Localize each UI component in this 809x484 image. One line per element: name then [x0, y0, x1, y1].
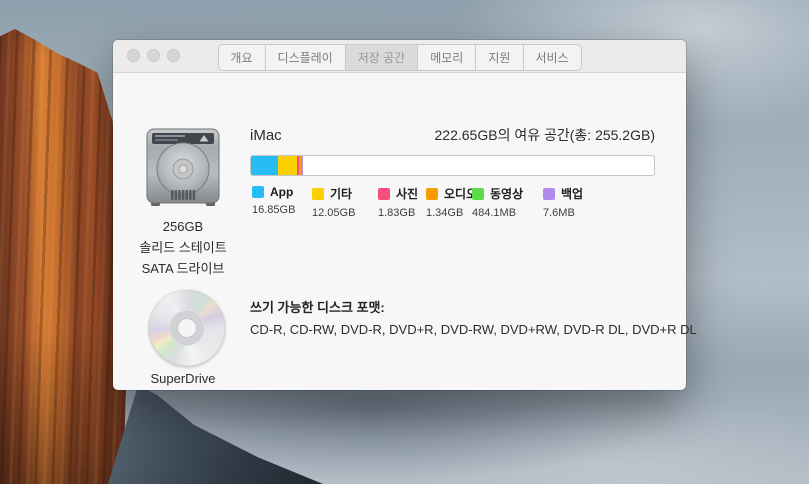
tab-storage[interactable]: 저장 공간 [345, 45, 418, 70]
storage-legend: App 16.85GB 기타 12.05GB 사진 1.83GB 오디오 1.3… [250, 185, 655, 235]
tab-bar: 개요 디스플레이 저장 공간 메모리 지원 서비스 [217, 44, 581, 71]
tab-support[interactable]: 지원 [475, 45, 522, 70]
superdrive-label: SuperDrive [121, 371, 245, 386]
device-name: iMac [250, 127, 282, 144]
writable-formats-list: CD-R, CD-RW, DVD-R, DVD+R, DVD-RW, DVD+R… [250, 322, 670, 337]
window-titlebar[interactable]: 개요 디스플레이 저장 공간 메모리 지원 서비스 [113, 40, 686, 73]
superdrive-disc-icon [149, 290, 225, 366]
legend-item-audio: 오디오 1.34GB [426, 185, 477, 219]
legend-item-app: App 16.85GB [252, 185, 295, 216]
writable-formats-heading: 쓰기 가능한 디스크 포맷: [250, 297, 385, 316]
traffic-lights [127, 49, 180, 62]
legend-value: 7.6MB [543, 207, 583, 219]
storage-usage-bar [250, 155, 655, 176]
storage-bar-segment [278, 156, 297, 175]
legend-label: 동영상 [490, 185, 523, 202]
movies-swatch [472, 188, 484, 200]
legend-value: 12.05GB [312, 207, 355, 219]
tab-displays[interactable]: 디스플레이 [265, 45, 345, 70]
storage-pane: 256GB 솔리드 스테이트 SATA 드라이브 SuperDrive iMac… [113, 73, 686, 390]
photos-swatch [378, 188, 390, 200]
devices-column: 256GB 솔리드 스테이트 SATA 드라이브 SuperDrive [121, 73, 245, 279]
about-this-mac-window: 개요 디스플레이 저장 공간 메모리 지원 서비스 [113, 40, 686, 390]
tab-memory[interactable]: 메모리 [417, 45, 475, 70]
storage-bar-segment [251, 156, 278, 175]
close-button[interactable] [127, 49, 140, 62]
free-space-text: 222.65GB의 여유 공간(총: 255.2GB) [435, 125, 655, 145]
backups-swatch [543, 188, 555, 200]
legend-value: 1.34GB [426, 207, 477, 219]
hard-drive-icon [145, 127, 221, 207]
zoom-button[interactable] [167, 49, 180, 62]
tab-service[interactable]: 서비스 [522, 45, 580, 70]
legend-label: 사진 [396, 185, 418, 202]
audio-swatch [426, 188, 438, 200]
storage-bar-segment [302, 156, 303, 175]
tab-overview[interactable]: 개요 [218, 45, 264, 70]
legend-item-backups: 백업 7.6MB [543, 185, 583, 219]
legend-value: 16.85GB [252, 204, 295, 216]
legend-label: App [270, 185, 293, 199]
app-swatch [252, 186, 264, 198]
legend-label: 백업 [561, 185, 583, 202]
legend-item-movies: 동영상 484.1MB [472, 185, 523, 219]
legend-item-other: 기타 12.05GB [312, 185, 355, 219]
storage-header-row: iMac 222.65GB의 여유 공간(총: 255.2GB) [250, 125, 655, 145]
legend-label: 기타 [330, 185, 352, 202]
minimize-button[interactable] [147, 49, 160, 62]
legend-value: 484.1MB [472, 207, 523, 219]
other-swatch [312, 188, 324, 200]
legend-value: 1.83GB [378, 207, 418, 219]
drive-label: 256GB 솔리드 스테이트 SATA 드라이브 [121, 216, 245, 279]
legend-item-photos: 사진 1.83GB [378, 185, 418, 219]
